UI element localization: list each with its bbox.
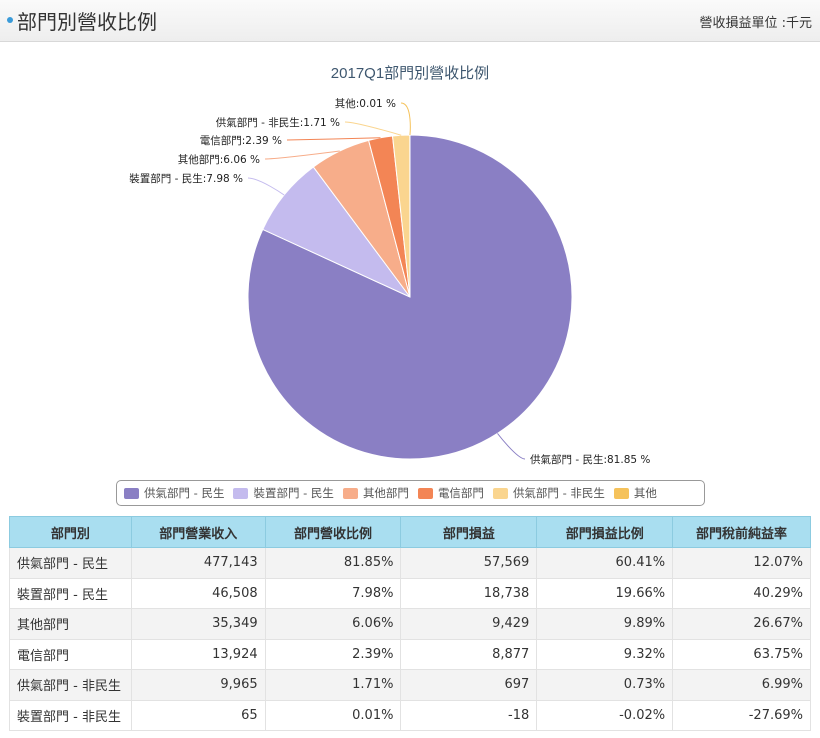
label-connector	[247, 177, 285, 196]
cell-revenue: 46,508	[130, 577, 266, 609]
cell-profit: 697	[400, 669, 538, 701]
label-connector	[286, 137, 381, 141]
legend-swatch	[613, 487, 629, 499]
cell-revenue: 13,924	[130, 638, 266, 670]
chart-legend: 供氣部門 - 民生 裝置部門 - 民生 其他部門 電信部門 供氣部門 - 非民生 其他	[116, 480, 705, 506]
label-connector	[344, 121, 402, 136]
cell-profit-ratio: 9.89%	[536, 608, 674, 640]
pie-chart: 2017Q1部門別營收比例 供氣部門 - 民生:81.85 % 裝置部門 - 民生…	[129, 65, 650, 466]
slice-data-label: 供氣部門 - 民生:81.85 %	[530, 453, 650, 466]
cell-revenue-ratio: 1.71%	[264, 669, 402, 701]
cell-pretax-margin: 40.29%	[672, 577, 811, 609]
legend-label: 其他部門	[362, 486, 409, 500]
cell-segment: 供氣部門 - 非民生	[9, 669, 132, 701]
col-header-profit-ratio: 部門損益比例	[536, 516, 674, 548]
legend-item[interactable]: 其他部門	[342, 485, 409, 501]
cell-revenue: 477,143	[130, 547, 266, 579]
cell-segment: 裝置部門 - 非民生	[9, 699, 132, 731]
cell-segment: 供氣部門 - 民生	[9, 547, 132, 579]
cell-revenue: 65	[130, 699, 266, 731]
legend-swatch	[124, 487, 139, 499]
legend-swatch	[233, 487, 249, 499]
cell-profit: 8,877	[400, 638, 538, 670]
cell-revenue: 9,965	[130, 669, 266, 701]
cell-pretax-margin: 12.07%	[672, 547, 811, 579]
col-header-revenue: 部門營業收入	[130, 516, 266, 548]
cell-pretax-margin: 6.99%	[672, 669, 811, 701]
cell-pretax-margin: -27.69%	[672, 699, 811, 731]
table-row: 其他部門 35,349 6.06% 9,429 9.89% 26.67%	[9, 608, 811, 640]
legend-item[interactable]: 裝置部門 - 民生	[233, 485, 334, 501]
table-row: 裝置部門 - 非民生 65 0.01% -18 -0.02% -27.69%	[9, 699, 811, 731]
legend-label: 電信部門	[437, 486, 484, 500]
legend-label: 供氣部門 - 民生	[144, 486, 225, 500]
cell-profit: 9,429	[400, 608, 538, 640]
cell-profit-ratio: 19.66%	[536, 577, 674, 609]
col-header-pretax-margin: 部門稅前純益率	[672, 516, 811, 548]
label-connector	[497, 433, 526, 460]
col-header-profit: 部門損益	[400, 516, 538, 548]
legend-swatch	[342, 487, 358, 499]
legend-label: 供氣部門 - 非民生	[512, 486, 605, 500]
legend-item[interactable]: 其他	[613, 485, 657, 501]
cell-revenue: 35,349	[130, 608, 266, 640]
slice-data-label: 供氣部門 - 非民生:1.71 %	[216, 116, 340, 129]
section-header: 部門別營收比例 營收損益單位 :千元	[0, 0, 820, 42]
slice-data-label: 其他:0.01 %	[335, 97, 396, 110]
table-row: 供氣部門 - 非民生 9,965 1.71% 697 0.73% 6.99%	[9, 669, 811, 701]
segment-revenue-table: 部門別 部門營業收入 部門營收比例 部門損益 部門損益比例 部門稅前純益率 供氣…	[9, 516, 811, 731]
slice-data-label: 裝置部門 - 民生:7.98 %	[129, 172, 243, 185]
col-header-segment: 部門別	[9, 516, 132, 548]
legend-swatch	[492, 487, 508, 499]
cell-segment: 裝置部門 - 民生	[9, 577, 132, 609]
col-header-revenue-ratio: 部門營收比例	[264, 516, 402, 548]
cell-revenue-ratio: 0.01%	[264, 699, 402, 731]
table-row: 電信部門 13,924 2.39% 8,877 9.32% 63.75%	[9, 638, 811, 670]
label-connector	[400, 102, 411, 136]
cell-profit: 57,569	[400, 547, 538, 579]
cell-revenue-ratio: 6.06%	[264, 608, 402, 640]
cell-profit-ratio: -0.02%	[536, 699, 674, 731]
cell-profit: 18,738	[400, 577, 538, 609]
cell-revenue-ratio: 7.98%	[264, 577, 402, 609]
page-title: 部門別營收比例	[17, 10, 157, 34]
cell-revenue-ratio: 81.85%	[264, 547, 402, 579]
cell-profit-ratio: 60.41%	[536, 547, 674, 579]
slice-data-label: 電信部門:2.39 %	[200, 134, 282, 147]
cell-revenue-ratio: 2.39%	[264, 638, 402, 670]
cell-pretax-margin: 63.75%	[672, 638, 811, 670]
legend-swatch	[417, 487, 433, 499]
cell-profit-ratio: 9.32%	[536, 638, 674, 670]
cell-profit: -18	[400, 699, 538, 731]
cell-segment: 電信部門	[9, 638, 132, 670]
legend-label: 其他	[633, 486, 657, 500]
chart-title: 2017Q1部門別營收比例	[331, 65, 489, 82]
cell-pretax-margin: 26.67%	[672, 608, 811, 640]
table-row: 供氣部門 - 民生 477,143 81.85% 57,569 60.41% 12.07%	[9, 547, 811, 579]
cell-profit-ratio: 0.73%	[536, 669, 674, 701]
legend-item[interactable]: 電信部門	[417, 485, 484, 501]
legend-label: 裝置部門 - 民生	[253, 486, 334, 500]
unit-label: 營收損益單位 :千元	[699, 16, 812, 31]
bullet-icon	[7, 17, 13, 23]
legend-item[interactable]: 供氣部門 - 非民生	[492, 485, 605, 501]
table-row: 裝置部門 - 民生 46,508 7.98% 18,738 19.66% 40.29%	[9, 577, 811, 609]
cell-segment: 其他部門	[9, 608, 132, 640]
table-header-row: 部門別 部門營業收入 部門營收比例 部門損益 部門損益比例 部門稅前純益率	[9, 516, 811, 548]
legend-item[interactable]: 供氣部門 - 民生	[124, 485, 224, 501]
slice-data-label: 其他部門:6.06 %	[178, 153, 260, 166]
